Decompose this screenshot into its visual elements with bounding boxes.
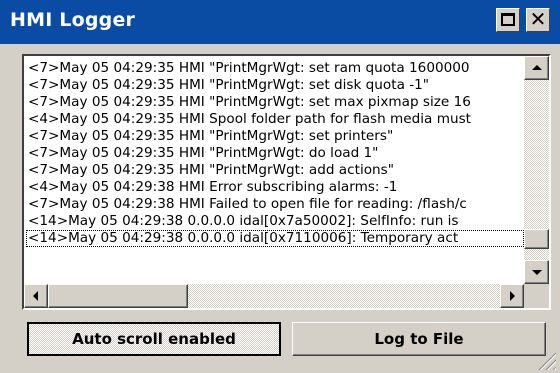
log-list[interactable]: <7>May 05 04:29:35 HMI "PrintMgrWgt: set… xyxy=(22,54,551,310)
hmi-logger-window: HMI Logger ✕ <7>May 05 04:29:35 HMI "Pri… xyxy=(0,0,560,373)
log-line[interactable]: <7>May 05 04:29:35 HMI "PrintMgrWgt: set… xyxy=(26,128,524,145)
close-icon: ✕ xyxy=(529,7,547,31)
scroll-right-button[interactable] xyxy=(500,284,524,308)
up-arrow-icon xyxy=(531,65,542,70)
log-line[interactable]: <4>May 05 04:29:38 HMI Error subscribing… xyxy=(26,179,524,196)
scrollbar-corner xyxy=(524,284,549,308)
log-line[interactable]: <7>May 05 04:29:35 HMI "PrintMgrWgt: set… xyxy=(26,94,524,111)
window-title: HMI Logger xyxy=(10,9,136,31)
log-lines: <7>May 05 04:29:35 HMI "PrintMgrWgt: set… xyxy=(26,60,524,280)
log-line[interactable]: <7>May 05 04:29:35 HMI "PrintMgrWgt: set… xyxy=(26,60,524,77)
vertical-scrollbar[interactable] xyxy=(524,56,549,284)
horizontal-scrollbar[interactable] xyxy=(24,284,524,308)
log-line[interactable]: <7>May 05 04:29:35 HMI "PrintMgrWgt: set… xyxy=(26,77,524,94)
down-arrow-icon xyxy=(531,270,542,275)
scroll-left-button[interactable] xyxy=(24,284,48,308)
scroll-down-button[interactable] xyxy=(524,260,549,284)
log-line[interactable]: <7>May 05 04:29:38 HMI Failed to open fi… xyxy=(26,196,524,213)
log-line[interactable]: <7>May 05 04:29:35 HMI "PrintMgrWgt: add… xyxy=(26,162,524,179)
scroll-up-button[interactable] xyxy=(524,56,549,80)
vertical-scroll-thumb[interactable] xyxy=(524,228,549,249)
log-line[interactable]: <7>May 05 04:29:35 HMI "PrintMgrWgt: do … xyxy=(26,145,524,162)
left-arrow-icon xyxy=(33,291,38,301)
auto-scroll-button[interactable]: Auto scroll enabled xyxy=(27,322,281,356)
maximize-button[interactable] xyxy=(496,8,520,32)
horizontal-scroll-thumb[interactable] xyxy=(48,284,188,308)
log-to-file-button[interactable]: Log to File xyxy=(292,322,546,356)
log-line[interactable]: <14>May 05 04:29:38 0.0.0.0 idal[0x7a500… xyxy=(26,213,524,230)
right-arrow-icon xyxy=(510,291,515,301)
close-button[interactable]: ✕ xyxy=(526,8,550,32)
auto-scroll-label: Auto scroll enabled xyxy=(72,330,236,348)
log-line[interactable]: <14>May 05 04:29:38 0.0.0.0 idal[0x71100… xyxy=(26,230,524,247)
maximize-icon xyxy=(501,13,515,26)
log-to-file-label: Log to File xyxy=(374,330,464,348)
log-line[interactable]: <4>May 05 04:29:35 HMI Spool folder path… xyxy=(26,111,524,128)
title-bar[interactable]: HMI Logger ✕ xyxy=(0,0,560,44)
